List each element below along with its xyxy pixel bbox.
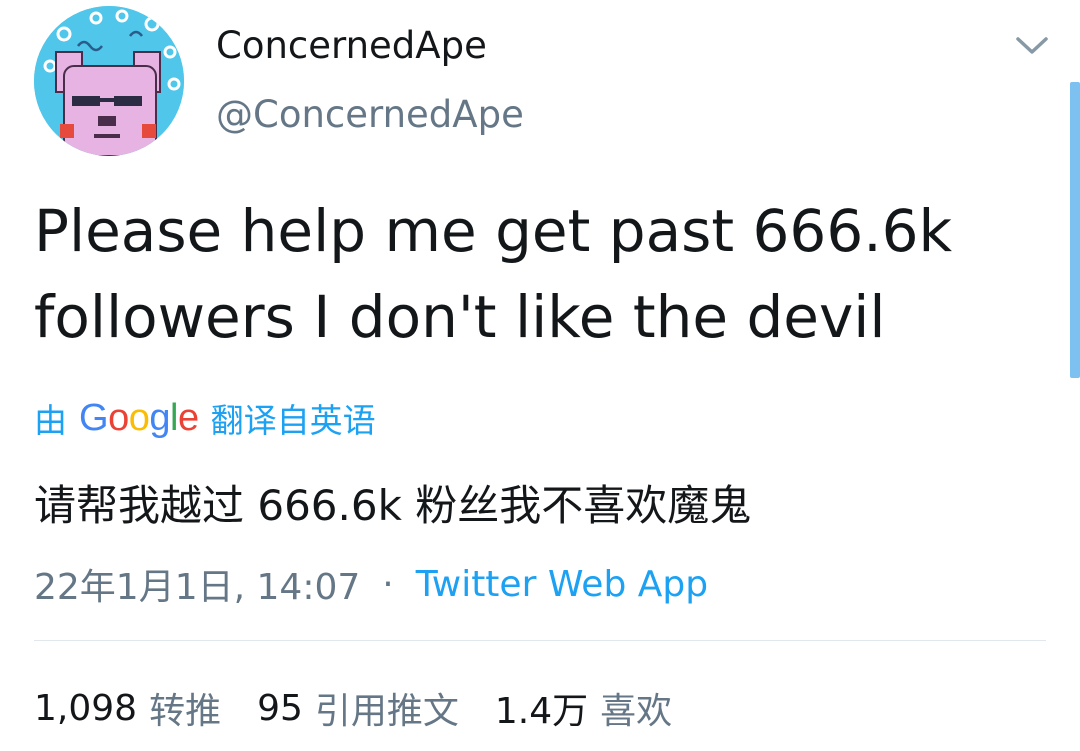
scrollbar[interactable]: [1070, 82, 1080, 378]
likes-stat[interactable]: 1.4万 喜欢: [495, 682, 672, 734]
likes-label: 喜欢: [600, 691, 673, 732]
source-link[interactable]: Twitter Web App: [416, 564, 708, 605]
translate-suffix: 翻译自英语: [210, 401, 376, 440]
divider: [34, 640, 1046, 641]
timestamp[interactable]: 22年1月1日, 14:07: [34, 558, 360, 610]
tweet-meta: 22年1月1日, 14:07 · Twitter Web App: [34, 558, 708, 610]
meta-separator: ·: [382, 563, 394, 605]
tweet-text-line: followers I don't like the devil: [34, 283, 886, 351]
quotes-count: 95: [257, 687, 303, 729]
retweets-stat[interactable]: 1,098 转推: [34, 682, 221, 734]
google-logo: Google: [79, 396, 199, 439]
translated-text: 请帮我越过 666.6k 粉丝我不喜欢魔鬼: [34, 481, 752, 530]
tweet-text: Please help me get past 666.6k followers…: [34, 188, 1034, 360]
display-name[interactable]: ConcernedApe: [216, 24, 487, 67]
avatar[interactable]: [34, 6, 184, 156]
avatar-image: [34, 6, 184, 156]
translate-link[interactable]: 由 Google 翻译自英语: [34, 394, 376, 442]
tweet-text-line: Please help me get past 666.6k: [34, 197, 953, 265]
user-handle[interactable]: @ConcernedApe: [216, 93, 524, 136]
retweets-label: 转推: [149, 691, 222, 732]
translate-prefix: 由: [34, 401, 67, 440]
quotes-label: 引用推文: [314, 691, 459, 732]
chevron-down-icon[interactable]: [1014, 30, 1050, 60]
retweets-count: 1,098: [34, 687, 138, 729]
likes-count: 1.4万: [494, 691, 589, 732]
tweet-card: ConcernedApe @ConcernedApe Please help m…: [0, 0, 1080, 751]
stats-row: 1,098 转推 95 引用推文 1.4万 喜欢: [34, 682, 708, 734]
quotes-stat[interactable]: 95 引用推文: [257, 682, 459, 734]
